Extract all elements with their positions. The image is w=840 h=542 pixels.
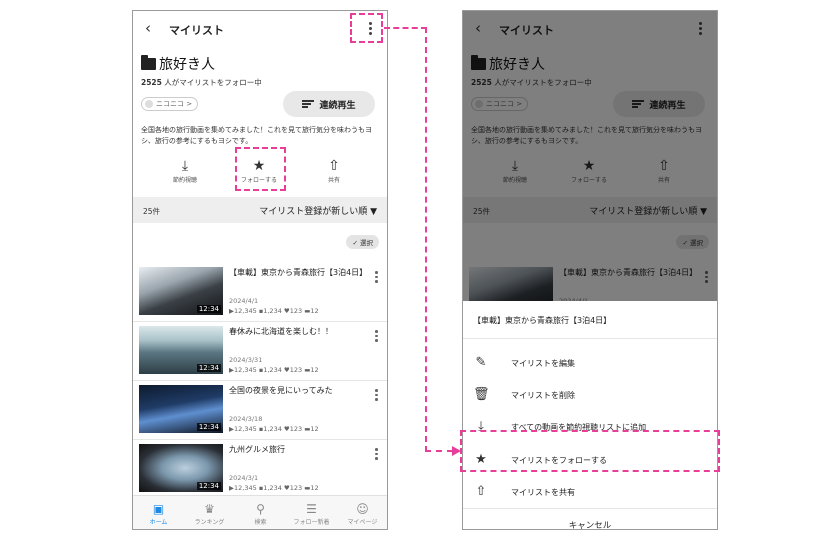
menu-item-edit-mylist[interactable]: ✎ マイリストを編集 bbox=[463, 347, 717, 379]
duration-badge: 12:34 bbox=[196, 423, 221, 431]
highlight-follow-button bbox=[235, 147, 286, 191]
video-title: 【車載】東京から青森旅行【3泊4日】 bbox=[229, 268, 368, 277]
video-title: 全国の夜景を見にいってみた bbox=[229, 386, 333, 395]
video-title: 九州グルメ旅行 bbox=[229, 445, 285, 454]
share-icon: ⇧ bbox=[328, 158, 340, 174]
divider bbox=[463, 338, 717, 339]
tab-search[interactable]: ⚲ 検索 bbox=[235, 501, 286, 526]
page-title: マイリスト bbox=[169, 24, 224, 37]
video-thumbnail[interactable]: 12:34 bbox=[139, 326, 223, 374]
home-tv-icon: ▣ bbox=[152, 502, 165, 516]
video-row[interactable]: 12:34 九州グルメ旅行 2024/3/1 ▶12,345 ▪1,234 ♥1… bbox=[133, 440, 387, 498]
video-thumbnail[interactable]: 12:34 bbox=[139, 444, 223, 492]
search-icon: ⚲ bbox=[256, 502, 265, 516]
video-date: 2024/3/18 bbox=[229, 415, 263, 423]
connector-arrowhead bbox=[452, 446, 461, 456]
video-stats: ▶12,345 ▪1,234 ♥123 ▬12 bbox=[229, 425, 319, 433]
menu-item-delete-mylist[interactable]: 🗑 マイリストを削除 bbox=[463, 379, 717, 411]
video-date: 2024/3/31 bbox=[229, 356, 263, 364]
crown-icon: ♛ bbox=[204, 502, 215, 516]
owner-chip[interactable]: ニコニコ > bbox=[141, 97, 199, 111]
trash-icon: 🗑 bbox=[473, 387, 490, 402]
duration-badge: 12:34 bbox=[196, 482, 221, 490]
sort-dropdown[interactable]: マイリスト登録が新しい順 ▼ bbox=[259, 204, 377, 217]
select-button[interactable]: ✓ 選択 bbox=[346, 235, 379, 249]
bottom-tab-bar: ▣ ホーム ♛ ランキング ⚲ 検索 ☰ フォロー新着 ☺ マイページ bbox=[133, 495, 387, 529]
app-header: ‹ マイリスト bbox=[133, 11, 387, 47]
video-thumbnail[interactable]: 12:34 bbox=[139, 267, 223, 315]
video-stats: ▶12,345 ▪1,234 ♥123 ▬12 bbox=[229, 484, 319, 492]
share-icon: ⇧ bbox=[475, 484, 487, 499]
connector-line bbox=[425, 450, 453, 452]
save-watch-button[interactable]: ⤓ 節約視聴 bbox=[154, 157, 216, 184]
dim-overlay[interactable] bbox=[463, 11, 717, 301]
connector-line bbox=[425, 27, 427, 452]
owner-avatar bbox=[145, 100, 153, 108]
sort-bar: 25件 マイリスト登録が新しい順 ▼ bbox=[133, 197, 387, 223]
duration-badge: 12:34 bbox=[196, 364, 221, 372]
connector-line bbox=[384, 27, 427, 29]
app-screen-mylist: ‹ マイリスト 旅好き人 2525 人がマイリストをフォロー中 ニコニコ > 連… bbox=[132, 10, 388, 530]
video-thumbnail[interactable]: 12:34 bbox=[139, 385, 223, 433]
highlight-more-menu bbox=[350, 13, 383, 43]
video-row[interactable]: 12:34 春休みに北海道を楽しむ！！ 2024/3/31 ▶12,345 ▪1… bbox=[133, 322, 387, 380]
menu-item-share-mylist[interactable]: ⇧ マイリストを共有 bbox=[463, 476, 717, 508]
tab-mypage[interactable]: ☺ マイページ bbox=[337, 501, 387, 526]
mylist-name: 旅好き人 bbox=[159, 57, 215, 73]
continuous-play-button[interactable]: 連続再生 bbox=[283, 91, 375, 117]
video-menu-icon[interactable] bbox=[375, 389, 379, 403]
tab-ranking[interactable]: ♛ ランキング bbox=[184, 501, 235, 526]
video-stats: ▶12,345 ▪1,234 ♥123 ▬12 bbox=[229, 307, 319, 315]
playlist-icon bbox=[302, 99, 315, 109]
video-date: 2024/3/1 bbox=[229, 474, 259, 482]
mylist-heading: 旅好き人 bbox=[141, 54, 215, 74]
mylist-description: 全国各地の旅行動画を集めてみました！これを見て旅行気分を味わうもヨシ、旅行の参考… bbox=[141, 126, 372, 145]
duration-badge: 12:34 bbox=[196, 305, 221, 313]
video-stats: ▶12,345 ▪1,234 ♥123 ▬12 bbox=[229, 366, 319, 374]
follower-count: 2525 人がマイリストをフォロー中 bbox=[141, 78, 262, 87]
user-icon: ☺ bbox=[356, 502, 369, 516]
back-icon[interactable]: ‹ bbox=[145, 19, 151, 37]
tab-home[interactable]: ▣ ホーム bbox=[133, 501, 184, 526]
video-title: 春休みに北海道を楽しむ！！ bbox=[229, 327, 333, 336]
video-menu-icon[interactable] bbox=[375, 330, 379, 344]
tab-follow-feed[interactable]: ☰ フォロー新着 bbox=[286, 501, 337, 526]
feed-icon: ☰ bbox=[306, 502, 317, 516]
folder-icon bbox=[141, 55, 156, 70]
video-date: 2024/4/1 bbox=[229, 297, 259, 305]
video-menu-icon[interactable] bbox=[375, 448, 379, 462]
video-row[interactable]: 12:34 【車載】東京から青森旅行【3泊4日】 2024/4/1 ▶12,34… bbox=[133, 263, 387, 321]
sheet-title: 【車載】東京から青森旅行【3泊4日】 bbox=[473, 316, 612, 325]
cancel-button[interactable]: キャンセル bbox=[463, 519, 717, 529]
highlight-follow-menu-item bbox=[460, 430, 720, 472]
divider bbox=[463, 508, 717, 509]
bottom-sheet-menu: 【車載】東京から青森旅行【3泊4日】 ✎ マイリストを編集 🗑 マイリストを削除… bbox=[463, 301, 717, 529]
item-count: 25件 bbox=[143, 207, 161, 216]
share-button[interactable]: ⇧ 共有 bbox=[303, 157, 365, 184]
video-menu-icon[interactable] bbox=[375, 271, 379, 285]
edit-icon: ✎ bbox=[475, 355, 487, 370]
video-row[interactable]: 12:34 全国の夜景を見にいってみた 2024/3/18 ▶12,345 ▪1… bbox=[133, 381, 387, 439]
download-icon: ⤓ bbox=[181, 158, 189, 174]
